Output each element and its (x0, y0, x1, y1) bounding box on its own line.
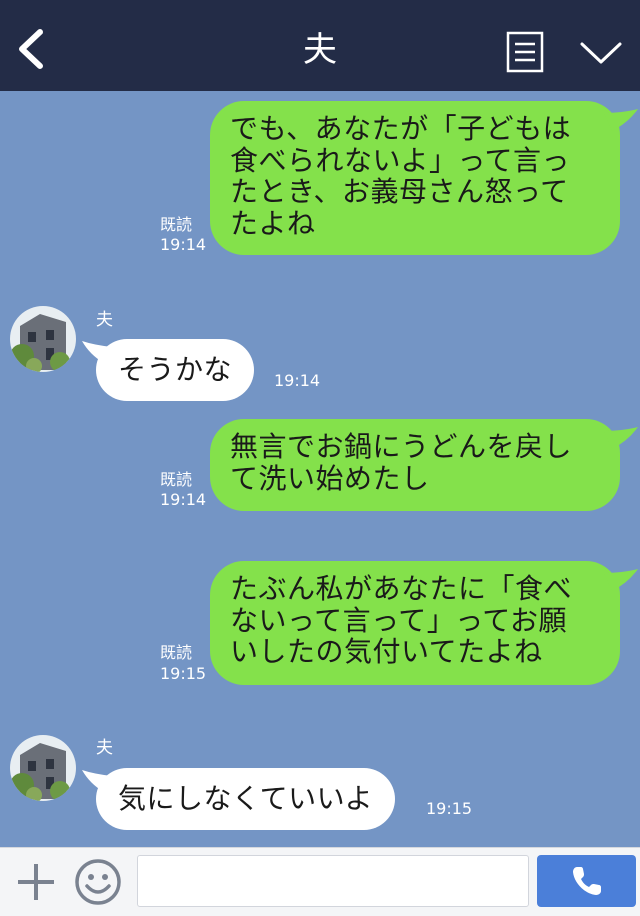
message-text: 気にしなくていいよ (118, 782, 374, 815)
message-time: 19:14 (160, 490, 207, 509)
avatar[interactable] (10, 735, 76, 801)
avatar[interactable] (10, 306, 76, 372)
chevron-down-icon (580, 42, 622, 64)
message-line: いしたの気付いてたよね (230, 635, 543, 668)
outgoing-message[interactable]: でも、あなたが「子どもは 食べられないよ」って言っ たとき、お義母さん怒って た… (210, 101, 638, 255)
phone-icon (572, 867, 601, 895)
outgoing-message[interactable]: たぶん私があなたに「食べ ないって言って」ってお願 いしたの気付いてたよね (210, 561, 638, 685)
sender-name: 夫 (96, 310, 113, 330)
message-line: 無言でお鍋にうどんを戻し (230, 430, 573, 463)
message-line: ないって言って」ってお願 (230, 603, 567, 637)
menu-list-icon (506, 31, 544, 73)
call-button[interactable] (537, 855, 636, 907)
bubble-tail (604, 569, 638, 591)
message-time: 19:15 (426, 799, 473, 818)
bubble-tail (604, 427, 638, 449)
read-receipt: 既読 (160, 470, 193, 489)
message-time: 19:14 (274, 371, 321, 390)
menu-button[interactable] (506, 31, 544, 73)
message-text: そうかな (118, 353, 233, 386)
chat-header: 夫 (0, 0, 640, 91)
back-button[interactable] (12, 26, 52, 72)
outgoing-message[interactable]: 無言でお鍋にうどんを戻し て洗い始めたし (210, 419, 638, 511)
dropdown-button[interactable] (578, 38, 624, 68)
incoming-message[interactable]: そうかな (82, 339, 255, 401)
chat-title: 夫 (303, 30, 337, 70)
plus-button[interactable] (14, 860, 58, 904)
incoming-message[interactable]: 気にしなくていいよ (82, 768, 396, 830)
read-receipt: 既読 (160, 643, 193, 662)
message-line: でも、あなたが「子どもは (230, 112, 572, 145)
bubble-tail (604, 109, 638, 131)
bubble-tail (82, 341, 112, 363)
message-time: 19:15 (160, 664, 207, 683)
chevron-left-icon (19, 29, 43, 69)
chat-area[interactable]: 既読 19:14 でも、あなたが「子どもは 食べられないよ」って言っ たとき、お… (0, 91, 640, 847)
input-bar (0, 847, 640, 916)
read-receipt: 既読 (160, 215, 193, 234)
bubble-tail (82, 770, 112, 792)
message-line: たぶん私があなたに「食べ (230, 572, 573, 605)
avatar-photo (10, 306, 76, 372)
message-line: 食べられないよ」って言っ (230, 143, 571, 177)
plus-icon (18, 864, 54, 900)
message-line: て洗い始めたし (230, 461, 430, 495)
smiley-icon (75, 859, 121, 905)
sender-name: 夫 (96, 738, 113, 758)
message-time: 19:14 (160, 235, 207, 254)
message-line: たよね (230, 206, 316, 240)
avatar-photo (10, 735, 76, 801)
message-line: たとき、お義母さん怒って (230, 175, 569, 208)
emoji-button[interactable] (74, 858, 122, 906)
message-input[interactable] (137, 855, 529, 907)
